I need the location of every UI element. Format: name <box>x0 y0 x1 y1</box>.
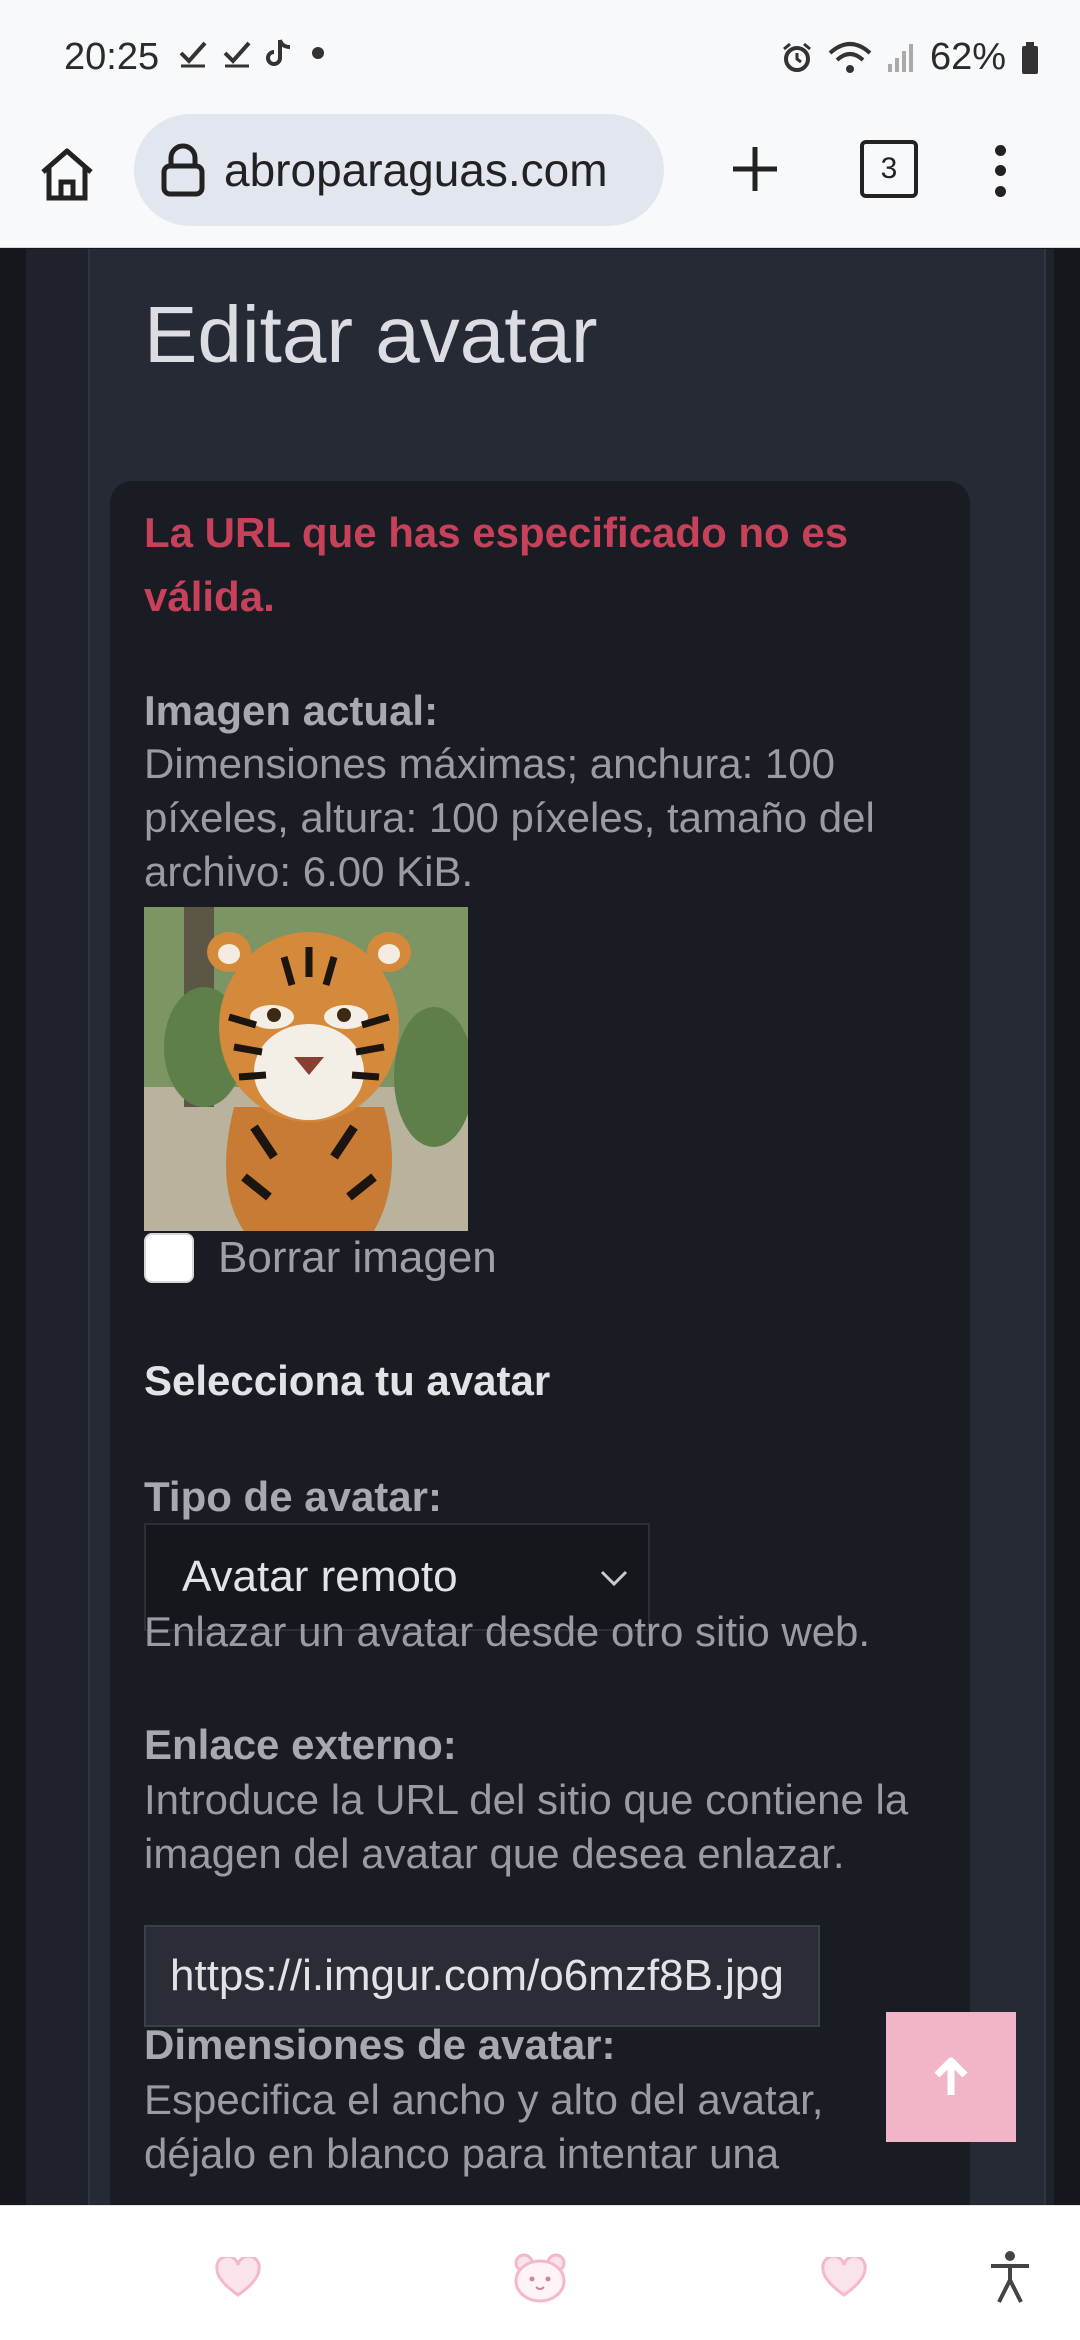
dimensions-label: Dimensiones de avatar: <box>144 2021 616 2068</box>
check-icon <box>179 41 207 68</box>
address-bar[interactable]: abroparaguas.com <box>134 114 664 226</box>
error-message: La URL que has especificado no es válida… <box>144 509 849 620</box>
tiger-illustration <box>144 907 468 1231</box>
select-avatar-heading: Selecciona tu avatar <box>144 1357 551 1404</box>
accessibility-button[interactable] <box>980 2250 1040 2304</box>
delete-image-label[interactable]: Borrar imagen <box>218 1233 497 1283</box>
bear-face-icon <box>514 2253 566 2303</box>
bottom-navigation <box>0 2205 1080 2340</box>
external-link-desc: Introduce la URL del sitio que contiene … <box>144 1776 909 1877</box>
wifi-icon <box>828 41 872 73</box>
web-page: Editar avatar La URL que has especificad… <box>0 249 1080 2205</box>
chevron-down-icon <box>600 1570 628 1587</box>
lock-icon <box>156 140 210 200</box>
avatar-type-label: Tipo de avatar: <box>144 1473 442 1520</box>
avatar-form: La URL que has especificado no es válida… <box>110 481 970 2205</box>
more-menu-button[interactable] <box>980 134 1020 208</box>
nav-item-bear[interactable] <box>510 2250 570 2304</box>
nav-item-heart-left[interactable] <box>208 2250 268 2304</box>
new-tab-button[interactable] <box>718 132 792 206</box>
home-icon <box>41 148 93 201</box>
delete-image-row[interactable]: Borrar imagen <box>144 1233 497 1283</box>
system-icons: 62% <box>780 36 1040 79</box>
accessibility-icon <box>991 2251 1029 2303</box>
menu-dot <box>994 144 1006 156</box>
battery-icon <box>1022 41 1038 74</box>
external-link-input[interactable] <box>144 1925 820 2027</box>
home-button[interactable] <box>30 138 104 212</box>
battery-percent: 62% <box>929 36 1006 78</box>
arrow-up-icon <box>934 2057 968 2095</box>
status-bar: 20:25 62% <box>0 0 1080 110</box>
nav-item-heart-right[interactable] <box>814 2250 874 2304</box>
dot-icon <box>312 47 324 59</box>
current-avatar-image <box>144 907 468 1231</box>
check-icon <box>223 41 251 68</box>
heart-icon <box>821 2257 867 2297</box>
scroll-to-top-button[interactable] <box>886 2012 1016 2142</box>
browser-toolbar: abroparaguas.com 3 <box>0 110 1080 248</box>
avatar-type-value[interactable]: Avatar remoto <box>182 1552 458 1602</box>
alarm-icon <box>782 42 811 72</box>
menu-dot <box>994 165 1006 177</box>
avatar-type-desc: Enlazar un avatar desde otro sitio web. <box>144 1608 871 1655</box>
url-text[interactable]: abroparaguas.com <box>224 143 664 197</box>
delete-image-checkbox[interactable] <box>144 1233 194 1283</box>
tab-switcher-button[interactable]: 3 <box>860 140 918 198</box>
external-link-label: Enlace externo: <box>144 1721 457 1768</box>
status-time: 20:25 <box>64 36 160 78</box>
notification-icons <box>178 38 328 68</box>
tiktok-icon <box>266 39 291 66</box>
current-image-desc: Dimensiones máximas; anchura: 100 píxele… <box>144 740 875 895</box>
current-image-label: Imagen actual: <box>144 687 439 734</box>
signal-icon <box>887 43 913 72</box>
page-title: Editar avatar <box>144 290 598 379</box>
plus-icon <box>733 147 777 191</box>
heart-icon <box>215 2257 261 2297</box>
dimensions-desc: Especifica el ancho y alto del avatar, d… <box>144 2076 824 2177</box>
menu-dot <box>994 186 1006 198</box>
